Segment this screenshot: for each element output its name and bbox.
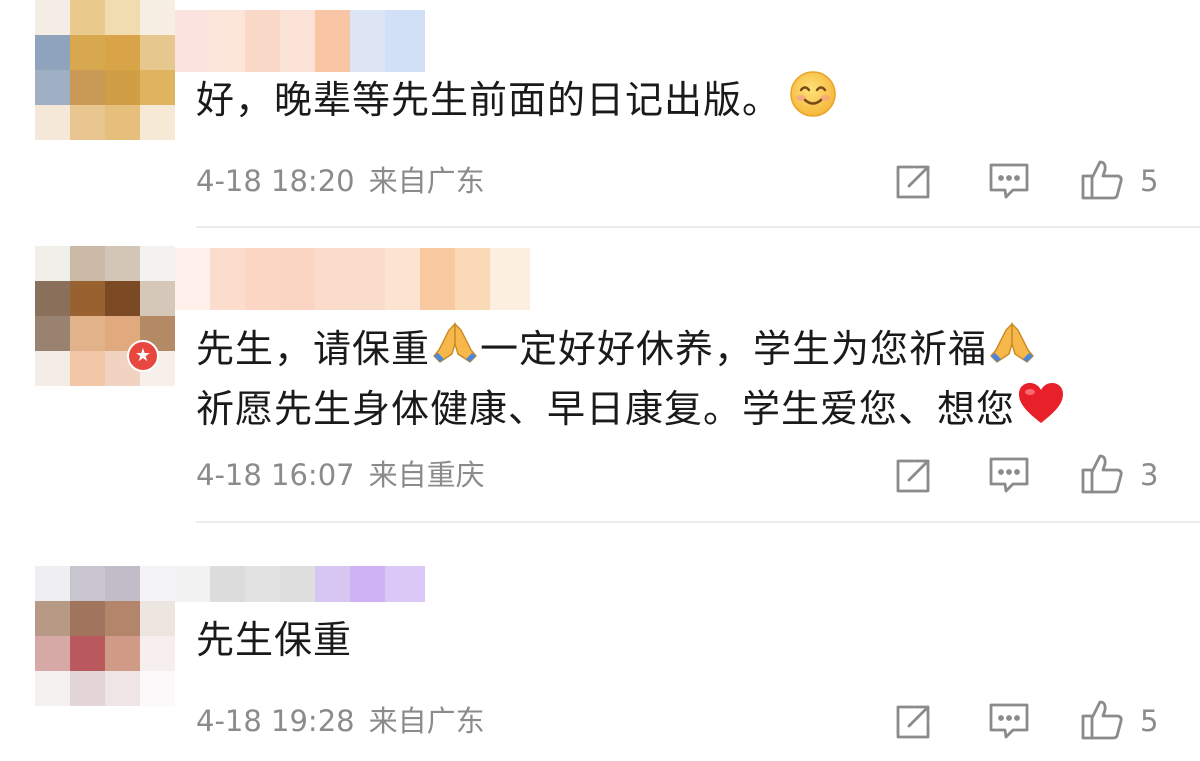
username-blurred[interactable]	[175, 566, 425, 602]
comment-text: 先生保重	[196, 618, 353, 662]
comment-icon[interactable]	[988, 700, 1030, 746]
avatar[interactable]	[35, 566, 175, 706]
like-count: 5	[1140, 704, 1159, 738]
share-icon[interactable]	[893, 702, 933, 746]
thumbs-up-icon[interactable]	[1080, 698, 1124, 746]
timestamp: 4-18 19:28	[196, 704, 355, 738]
comment-meta: 4-18 19:28 来自广东	[196, 703, 485, 739]
comment-item: 先生保重 4-18 19:28 来自广东 5	[0, 0, 1200, 761]
location: 来自广东	[368, 704, 485, 738]
